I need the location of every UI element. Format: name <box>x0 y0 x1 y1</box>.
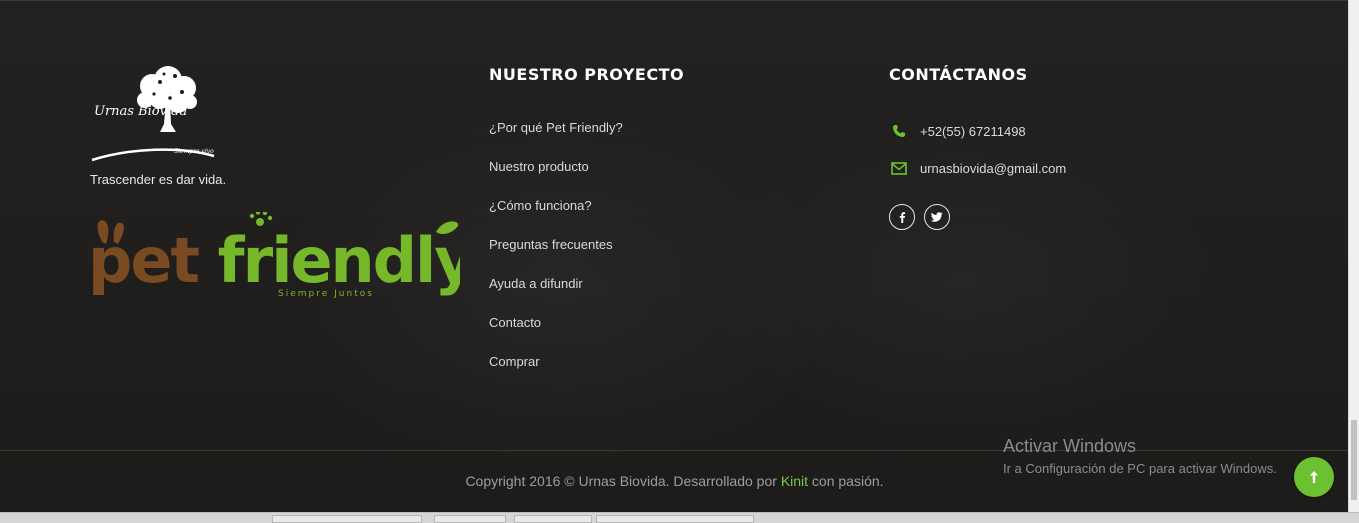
project-link-label[interactable]: ¿Cómo funciona? <box>489 198 592 213</box>
project-link-como-funciona[interactable]: ¿Cómo funciona? <box>489 198 623 237</box>
contact-phone-row: +52(55) 67211498 <box>889 123 1026 139</box>
biovida-logo-urnas: Urnas Biovida <box>94 104 188 119</box>
pet-friendly-logo-subtext: Siempre Juntos <box>278 289 374 299</box>
contact-email-row: urnasbiovida@gmail.com <box>889 160 1066 176</box>
project-link-contacto[interactable]: Contacto <box>489 315 623 354</box>
project-link-por-que[interactable]: ¿Por qué Pet Friendly? <box>489 120 623 159</box>
project-link-label[interactable]: Contacto <box>489 315 541 330</box>
copyright-prefix: Copyright 2016 © Urnas Biovida. Desarrol… <box>465 473 781 489</box>
project-link-difundir[interactable]: Ayuda a difundir <box>489 276 623 315</box>
project-link-label[interactable]: Nuestro producto <box>489 159 589 174</box>
project-link-label[interactable]: Preguntas frecuentes <box>489 237 613 252</box>
watermark-title: Activar Windows <box>1003 436 1137 456</box>
top-border <box>0 0 1349 1</box>
developer-link[interactable]: Kinit <box>781 473 808 489</box>
project-link-comprar[interactable]: Comprar <box>489 354 623 393</box>
project-link-label[interactable]: Ayuda a difundir <box>489 276 583 291</box>
facebook-icon <box>899 212 906 223</box>
scrollbar-thumb[interactable] <box>1351 420 1357 500</box>
twitter-icon <box>931 212 943 222</box>
contact-column-title: CONTÁCTANOS <box>889 65 1028 84</box>
pet-friendly-logo: pet friendly Siempre Juntos <box>88 212 460 299</box>
project-link-label[interactable]: Comprar <box>489 354 540 369</box>
project-link-faq[interactable]: Preguntas frecuentes <box>489 237 623 276</box>
phone-icon <box>889 123 909 139</box>
project-link-producto[interactable]: Nuestro producto <box>489 159 623 198</box>
vertical-scrollbar[interactable] <box>1348 0 1359 512</box>
envelope-icon <box>889 160 909 176</box>
pet-friendly-logo-text: pet friendly <box>88 224 460 297</box>
twitter-button[interactable] <box>924 204 950 230</box>
project-links: ¿Por qué Pet Friendly? Nuestro producto … <box>489 120 623 393</box>
windows-activation-watermark: Activar Windows Ir a Configuración de PC… <box>1003 436 1277 476</box>
copyright-suffix: con pasión. <box>808 473 884 489</box>
social-links <box>889 204 950 230</box>
contact-email[interactable]: urnasbiovida@gmail.com <box>920 161 1066 176</box>
watermark-subtitle: Ir a Configuración de PC para activar Wi… <box>1003 461 1277 476</box>
project-column-title: NUESTRO PROYECTO <box>489 65 685 84</box>
biovida-logo-subtext: Siempre vivo <box>174 148 214 155</box>
contact-phone[interactable]: +52(55) 67211498 <box>920 124 1026 139</box>
brand-tagline: Trascender es dar vida. <box>90 172 227 187</box>
arrow-up-icon <box>1310 471 1318 483</box>
project-link-label[interactable]: ¿Por qué Pet Friendly? <box>489 120 623 135</box>
windows-taskbar <box>0 512 1359 523</box>
back-to-top-button[interactable] <box>1294 457 1334 497</box>
facebook-button[interactable] <box>889 204 915 230</box>
